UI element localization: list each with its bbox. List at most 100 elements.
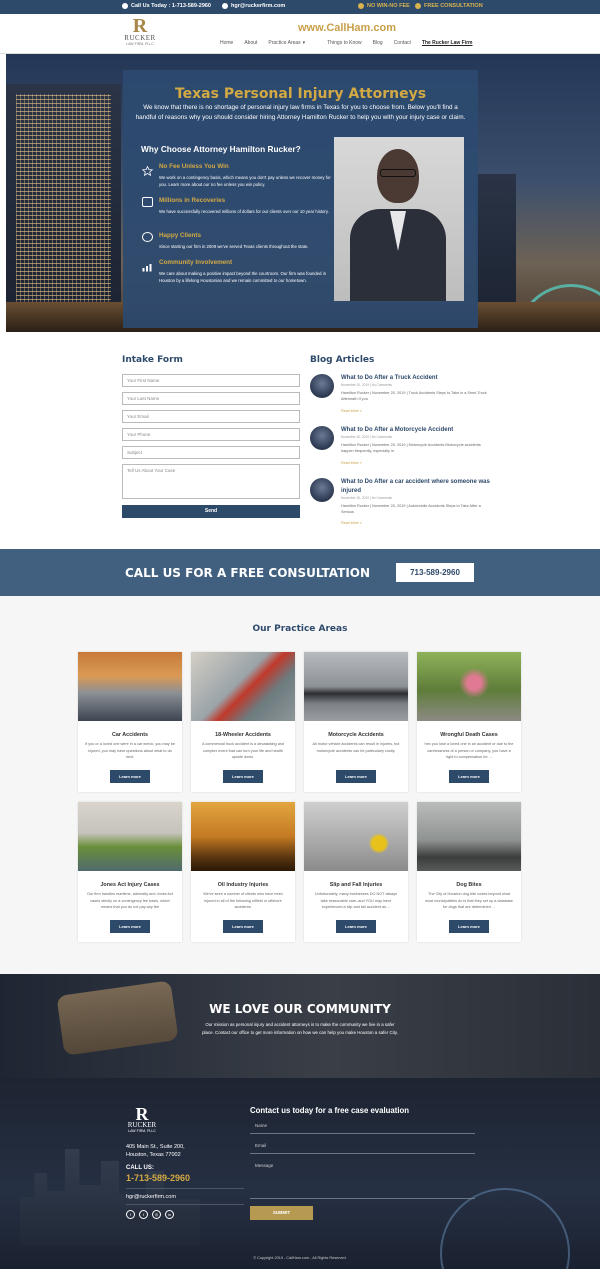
learn-more-button[interactable]: Learn more: [336, 920, 376, 933]
card-title: Motorcycle Accidents: [328, 732, 384, 738]
footer-logo-sub: LAW FIRM, PLLC: [128, 1129, 156, 1133]
footer-divider: [126, 1204, 244, 1205]
card-desc: If you or a loved one were in a car wrec…: [85, 742, 175, 759]
post-title[interactable]: What to Do After a Motorcycle Accident: [341, 426, 491, 435]
linkedin-icon[interactable]: in: [165, 1210, 174, 1219]
top-bar: Call Us Today : 1-713-589-2960 hgr@rucke…: [0, 0, 600, 14]
community-desc: Our mission as personal injury and accid…: [202, 1022, 398, 1035]
firm-logo[interactable]: R RUCKER LAW FIRM, PLLC: [118, 15, 162, 51]
post-meta: November 20, 2019 | No Comments: [341, 496, 392, 500]
read-more-link[interactable]: Read More »: [341, 461, 362, 465]
practice-card-motorcycle: Motorcycle Accidents All motor vehicle a…: [304, 652, 408, 792]
read-more-link[interactable]: Read More »: [341, 409, 362, 413]
address-line-1: 405 Main St., Suite 200,: [126, 1144, 185, 1150]
hero-intro: We know that there is no shortage of per…: [135, 104, 466, 121]
motorcycle-image: [304, 652, 408, 721]
subject-input[interactable]: Subject: [122, 446, 300, 459]
post-title[interactable]: What to Do After a Truck Accident: [341, 374, 491, 383]
learn-more-button[interactable]: Learn more: [336, 770, 376, 783]
free-consult-text: FREE CONSULTATION: [424, 3, 483, 9]
card-desc: A commercial truck accident is a devasta…: [201, 742, 285, 759]
post-thumbnail[interactable]: [310, 374, 334, 398]
card-title: 18-Wheeler Accidents: [215, 732, 271, 738]
last-name-input[interactable]: Your Last Name: [122, 392, 300, 405]
feature-desc: We work on a contingency basis, which me…: [159, 175, 331, 187]
footer-logo[interactable]: R RUCKER LAW FIRM, PLLC: [122, 1105, 162, 1133]
send-button[interactable]: Send: [122, 505, 300, 518]
call-today-item[interactable]: Call Us Today : 1-713-589-2960: [122, 3, 211, 9]
practice-card-car-accidents: Car Accidents If you or a loved one were…: [78, 652, 182, 792]
card-title: Car Accidents: [111, 732, 149, 738]
footer-message-input[interactable]: Message: [250, 1163, 475, 1199]
email-item[interactable]: hgr@ruckerfirm.com: [222, 3, 285, 9]
card-desc: We've seen a number of clients who have …: [203, 892, 283, 909]
offshore-rig-image: [78, 802, 182, 871]
intake-heading: Intake Form: [122, 355, 183, 365]
case-textarea[interactable]: Tell Us About Your Case: [122, 464, 300, 499]
nav-things-to-know[interactable]: Things to Know: [327, 40, 361, 46]
email-text: hgr@ruckerfirm.com: [231, 3, 286, 9]
cta-phone-button[interactable]: 713-589-2960: [396, 563, 474, 582]
first-name-input[interactable]: Your First Name: [122, 374, 300, 387]
glasses-shape: [380, 169, 416, 177]
feature-desc: We have successfully recovered millions …: [159, 209, 329, 214]
card-title: Wrongful Death Cases: [440, 732, 498, 738]
feature-desc: Since starting our firm in 2009 we've se…: [159, 244, 309, 249]
instagram-icon[interactable]: ◎: [152, 1210, 161, 1219]
card-title: Jones Act Injury Cases: [100, 882, 160, 888]
attorney-portrait: [350, 149, 446, 301]
smile-icon: [142, 232, 153, 242]
post-thumbnail[interactable]: [310, 478, 334, 502]
footer-name-input[interactable]: Name: [250, 1123, 475, 1134]
post-title[interactable]: What to Do After a car accident where so…: [341, 478, 491, 495]
free-consult-item[interactable]: FREE CONSULTATION: [415, 3, 483, 9]
footer-email-input[interactable]: Email: [250, 1143, 475, 1154]
practice-card-jones-act: Jones Act Injury Cases Our firm handles …: [78, 802, 182, 942]
learn-more-button[interactable]: Learn more: [110, 770, 150, 783]
nav-practice-areas-label: Practice Areas: [268, 40, 301, 46]
footer-email[interactable]: hgr@ruckerfirm.com: [126, 1194, 176, 1200]
nav-contact[interactable]: Contact: [394, 40, 411, 46]
phone-icon: [122, 3, 128, 9]
learn-more-button[interactable]: Learn more: [223, 770, 263, 783]
nav-blog[interactable]: Blog: [373, 40, 383, 46]
practice-card-18-wheeler: 18-Wheeler Accidents A commercial truck …: [191, 652, 295, 792]
contact-heading: Contact us today for a free case evaluat…: [250, 1106, 410, 1115]
read-more-link[interactable]: Read More »: [341, 521, 362, 525]
card-desc: Unfortunately, many businesses DO NOT al…: [314, 892, 398, 909]
nav-about[interactable]: About: [244, 40, 257, 46]
practice-card-dog-bites: Dog Bites The City of Houston dog bite c…: [417, 802, 521, 942]
facebook-icon[interactable]: f: [126, 1210, 135, 1219]
logo-mark: R: [132, 15, 148, 37]
nav-home[interactable]: Home: [220, 40, 233, 46]
site-footer: R RUCKER LAW FIRM, PLLC 405 Main St., Su…: [0, 1078, 600, 1269]
footer-address: 405 Main St., Suite 200, Houston, Texas …: [126, 1144, 185, 1159]
site-header: R RUCKER LAW FIRM, PLLC www.CallHam.com …: [0, 14, 600, 54]
oil-pump-image: [191, 802, 295, 871]
slip-fall-image: [304, 802, 408, 871]
email-input[interactable]: Your Email: [122, 410, 300, 423]
learn-more-button[interactable]: Learn more: [110, 920, 150, 933]
nav-practice-areas[interactable]: Practice Areas ▾: [268, 40, 316, 46]
community-section: WE LOVE OUR COMMUNITY Our mission as per…: [0, 974, 600, 1078]
chevron-down-icon: ▾: [302, 40, 306, 46]
card-desc: All motor vehicle accidents can result i…: [312, 742, 400, 753]
practice-heading: Our Practice Areas: [252, 624, 348, 634]
card-desc: The City of Houston dog bite codes beyon…: [424, 892, 513, 909]
learn-more-button[interactable]: Learn more: [223, 920, 263, 933]
mail-icon: [222, 3, 228, 9]
twitter-icon[interactable]: t: [139, 1210, 148, 1219]
learn-more-button[interactable]: Learn more: [449, 920, 489, 933]
learn-more-button[interactable]: Learn more: [449, 770, 489, 783]
nav-rucker-law-firm[interactable]: The Rucker Law Firm: [422, 40, 473, 46]
feature-desc: We care about making a positive impact b…: [159, 271, 327, 283]
card-title: Oil Industry Injuries: [217, 882, 269, 888]
truck-image: [191, 652, 295, 721]
phone-input[interactable]: Your Phone: [122, 428, 300, 441]
submit-button[interactable]: SUBMIT: [250, 1206, 313, 1220]
footer-phone[interactable]: 1-713-589-2960: [126, 1173, 190, 1183]
logo-name: RUCKER: [124, 34, 156, 42]
post-thumbnail[interactable]: [310, 426, 334, 450]
footer-call-label: CALL US:: [126, 1165, 154, 1171]
site-url: www.CallHam.com: [298, 22, 397, 34]
